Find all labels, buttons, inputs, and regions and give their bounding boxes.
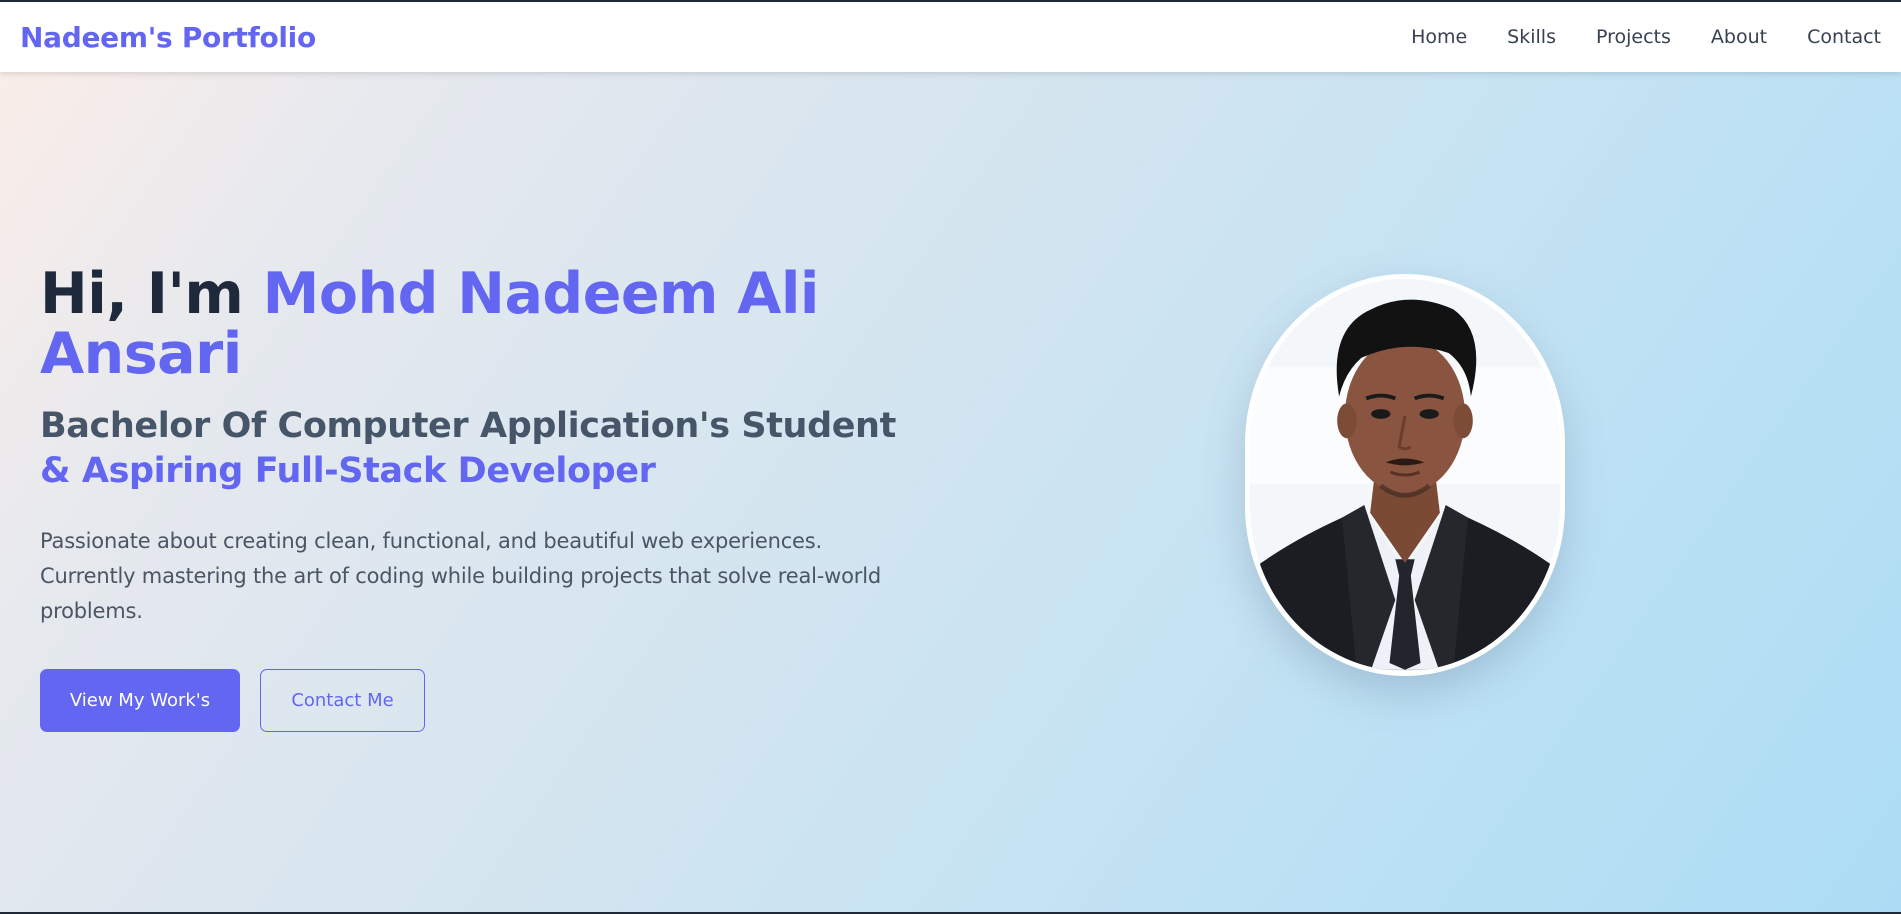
brand-logo[interactable]: Nadeem's Portfolio: [20, 21, 316, 54]
page: Nadeem's Portfolio Home Skills Projects …: [0, 2, 1901, 912]
hero-buttons: View My Work's Contact Me: [40, 669, 920, 732]
hero-subtitle-line1: Bachelor Of Computer Application's Stude…: [40, 406, 896, 446]
hero-section: Hi, I'm Mohd Nadeem Ali Ansari Bachelor …: [40, 264, 920, 732]
navbar: Nadeem's Portfolio Home Skills Projects …: [0, 2, 1901, 72]
hero-subtitle: Bachelor Of Computer Application's Stude…: [40, 404, 920, 494]
nav-link-home[interactable]: Home: [1411, 26, 1467, 48]
nav-link-contact[interactable]: Contact: [1807, 26, 1881, 48]
nav-link-skills[interactable]: Skills: [1507, 26, 1556, 48]
hero-description: Passionate about creating clean, functio…: [40, 529, 881, 623]
nav-link-about[interactable]: About: [1711, 26, 1767, 48]
hero-subtitle-line2: & Aspiring Full-Stack Developer: [40, 451, 656, 491]
hero-greeting: Hi, I'm: [40, 261, 263, 327]
profile-portrait-icon: [1250, 280, 1560, 670]
profile-photo: [1245, 274, 1565, 676]
nav-link-projects[interactable]: Projects: [1596, 26, 1671, 48]
hero-title: Hi, I'm Mohd Nadeem Ali Ansari: [40, 264, 920, 384]
contact-me-button[interactable]: Contact Me: [260, 669, 425, 732]
view-work-button[interactable]: View My Work's: [40, 669, 240, 732]
nav-links: Home Skills Projects About Contact: [1411, 26, 1881, 48]
